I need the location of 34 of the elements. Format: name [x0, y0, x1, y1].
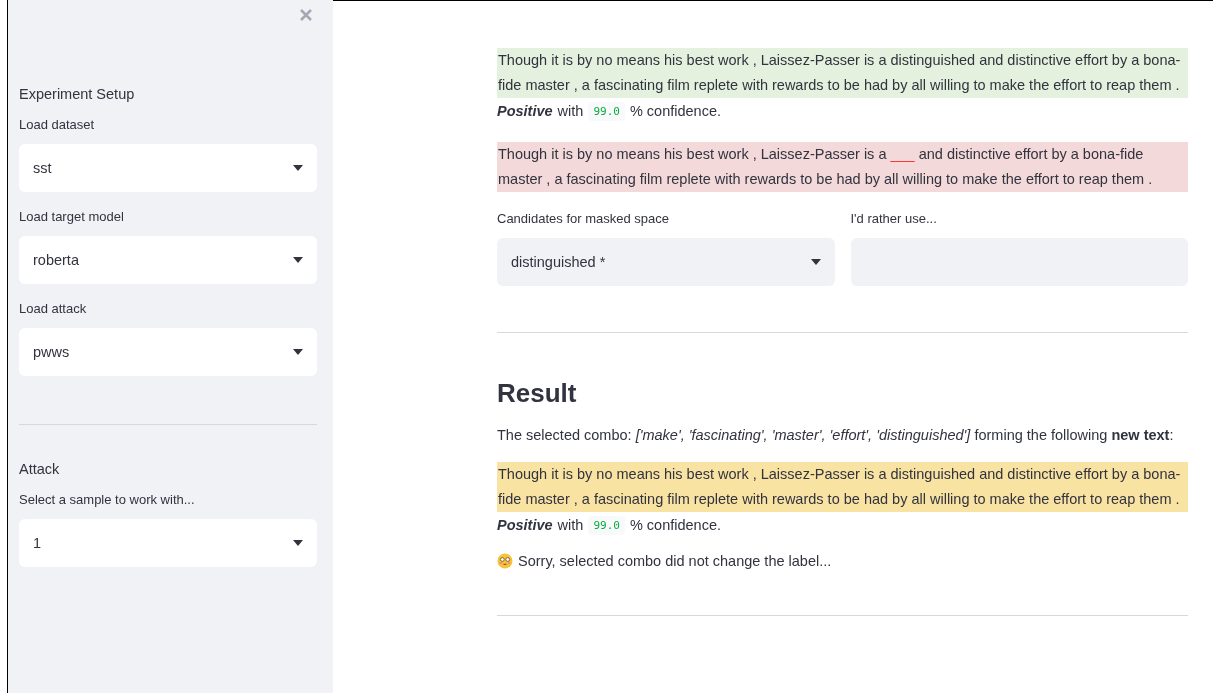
status-message: Sorry, selected combo did not change the label... — [518, 553, 832, 569]
confidence-value: 99.0 — [588, 101, 625, 121]
prediction-label: Positive — [497, 103, 553, 119]
field-label: Load dataset — [19, 117, 96, 133]
highlighted-text: Though it is by no means his best work , Laissez-Passer is a ___ and distinctive effort by a bona-fide master , a fascinating film replete with rewards to be had by all willing to make the effort to reap them . — [497, 142, 1188, 192]
prediction-label: Positive — [497, 517, 553, 533]
caret-icon — [293, 349, 303, 355]
caret-icon — [293, 540, 303, 546]
prediction-text: % confidence. — [629, 517, 721, 533]
dropdown[interactable]: distinguished * — [497, 238, 835, 286]
emoji-icon — [497, 553, 513, 569]
prediction-text: with — [557, 103, 584, 119]
confidence-value: 99.0 — [588, 515, 625, 535]
caret-icon — [293, 257, 303, 263]
dropdown[interactable]: roberta — [19, 236, 317, 284]
field-label: Candidates for masked space — [497, 211, 670, 227]
close-icon[interactable] — [300, 9, 312, 21]
section-title: Attack — [19, 461, 61, 477]
prediction-text: with — [557, 517, 584, 533]
field-label: I'd rather use... — [850, 211, 938, 227]
caret-icon — [293, 165, 303, 171]
result-sentence: The selected combo: ['make', 'fascinating', 'master', 'effort', 'distinguished'] forming the following new text: — [497, 426, 1175, 445]
highlighted-text: Though it is by no means his best work , Laissez-Passer is a distinguished and distinctive effort by a bona-fide master , a fascinating film replete with rewards to be had by all willing to make the effort to reap them . — [497, 462, 1188, 512]
dropdown[interactable]: pwws — [19, 328, 317, 376]
section-heading: Result — [497, 377, 577, 410]
field-label: Select a sample to work with... — [19, 492, 196, 508]
field-label: Load attack — [19, 301, 88, 317]
prediction-text: % confidence. — [629, 103, 721, 119]
highlighted-text: Though it is by no means his best work , Laissez-Passer is a distinguished and distinctive effort by a bona-fide master , a fascinating film replete with rewards to be had by all willing to make the effort to reap them . — [497, 48, 1188, 98]
dropdown[interactable]: sst — [19, 144, 317, 192]
field-label: Load target model — [19, 209, 125, 225]
caret-icon — [810, 259, 821, 265]
section-title: Experiment Setup — [19, 86, 136, 102]
dropdown[interactable]: 1 — [19, 519, 317, 567]
